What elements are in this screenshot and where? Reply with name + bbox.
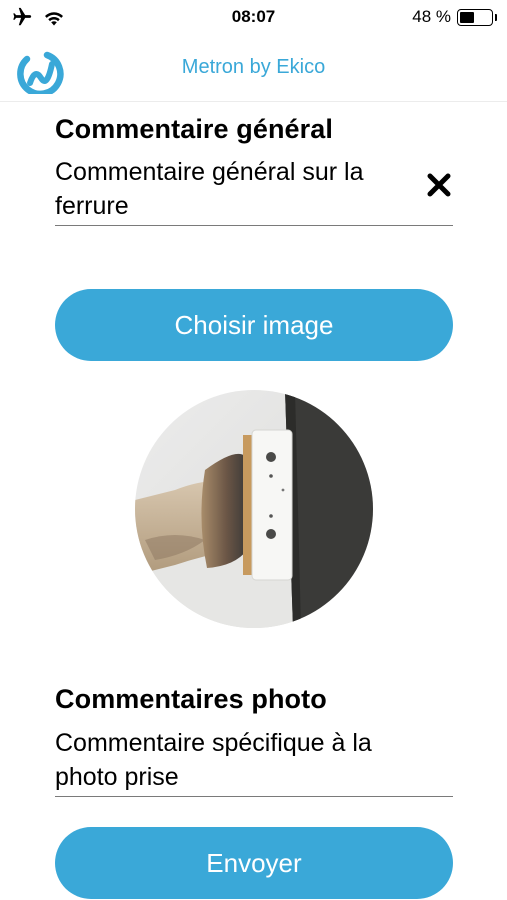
photo-comment-title: Commentaires photo xyxy=(55,684,327,714)
choose-image-button[interactable]: Choisir image xyxy=(55,289,453,361)
close-icon[interactable] xyxy=(425,171,453,199)
nav-title: Metron by Ekico xyxy=(181,56,326,78)
nav-bar: Metron by Ekico xyxy=(0,34,507,102)
general-comment-text[interactable]: Commentaire général sur la ferrure xyxy=(55,155,395,223)
battery-level xyxy=(460,11,474,23)
send-button[interactable]: Envoyer xyxy=(55,827,453,899)
hoof-photo[interactable] xyxy=(135,390,373,628)
battery-tip xyxy=(495,13,497,21)
general-comment-title: Commentaire général xyxy=(55,114,333,144)
battery-percent: 48 % xyxy=(412,7,451,26)
photo-comment-field[interactable]: Commentaire spécifique à la photo prise xyxy=(55,726,453,797)
photo-comment-text[interactable]: Commentaire spécifique à la photo prise xyxy=(55,726,435,794)
battery-icon xyxy=(457,8,493,26)
hoof-photo-image xyxy=(135,390,373,628)
general-comment-field[interactable]: Commentaire général sur la ferrure xyxy=(55,155,453,226)
status-bar: 08:07 48 % xyxy=(0,0,507,34)
status-right: 48 % xyxy=(412,7,497,27)
